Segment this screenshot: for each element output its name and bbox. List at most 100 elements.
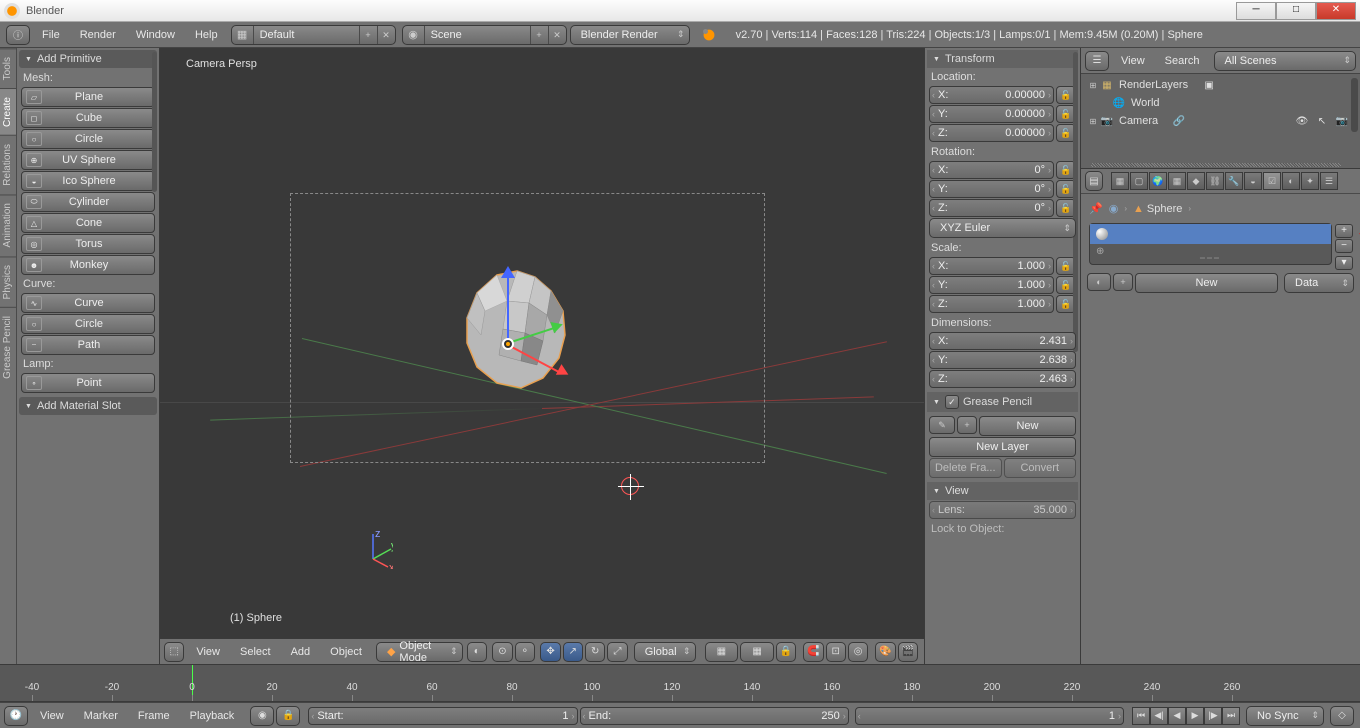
vtab-create[interactable]: Create <box>0 88 16 135</box>
pivot-icon[interactable]: ⊙ <box>492 642 512 662</box>
manip-toggle-icon[interactable]: ✥ <box>540 642 560 662</box>
start-frame-field[interactable]: Start:1 <box>308 707 577 725</box>
vtab-tools[interactable]: Tools <box>0 48 16 88</box>
jump-start-button[interactable]: ⏮ <box>1132 707 1150 725</box>
vp-menu-object[interactable]: Object <box>320 643 372 661</box>
props-tab-particles[interactable]: ✦ <box>1301 172 1319 190</box>
window-close-button[interactable]: ✕ <box>1316 2 1356 20</box>
outliner-scrollbar[interactable] <box>1351 78 1358 132</box>
current-frame-field[interactable]: 1 <box>855 707 1124 725</box>
add-point-lamp-button[interactable]: ∘Point <box>21 373 155 393</box>
tl-menu-marker[interactable]: Marker <box>74 707 128 725</box>
add-path-button[interactable]: ⎯Path <box>21 335 155 355</box>
orientation-dropdown[interactable]: Global <box>634 642 696 662</box>
props-tab-renderlayers[interactable]: ▢ <box>1130 172 1148 190</box>
layout-name-input[interactable] <box>254 26 359 44</box>
outliner-editor-icon[interactable]: ☰ <box>1085 51 1109 71</box>
scene-del-button[interactable]: ✕ <box>548 26 566 44</box>
snap-icon[interactable]: 🧲 <box>803 642 823 662</box>
outliner-resize[interactable] <box>1091 163 1341 167</box>
props-editor-icon[interactable]: ▤ <box>1085 171 1103 191</box>
menu-render[interactable]: Render <box>70 26 126 44</box>
manip-rotate-icon[interactable]: ↻ <box>585 642 605 662</box>
mat-slot-add-button[interactable]: + <box>1335 224 1353 238</box>
play-button[interactable]: ▶ <box>1186 707 1204 725</box>
z-manip[interactable] <box>507 273 509 343</box>
dim-z-field[interactable]: Z:2.463 <box>929 370 1076 388</box>
props-tab-data[interactable]: ◒ <box>1244 172 1262 190</box>
scene-name-input[interactable] <box>425 26 530 44</box>
add-curve-button[interactable]: ∿Curve <box>21 293 155 313</box>
shading-mode-icon[interactable]: ◐ <box>467 642 487 662</box>
mat-slot-specials-button[interactable]: ▾ <box>1335 256 1353 270</box>
bc-sphere[interactable]: ▲Sphere <box>1133 203 1182 215</box>
menu-file[interactable]: File <box>32 26 70 44</box>
gp-new-button[interactable]: New <box>979 416 1076 436</box>
timeline-ruler[interactable]: -40-200204060801001201401601802002202402… <box>0 665 1360 702</box>
mat-slot-remove-button[interactable]: − <box>1335 239 1353 253</box>
vp-menu-select[interactable]: Select <box>230 643 281 661</box>
add-cone-button[interactable]: △Cone <box>21 213 155 233</box>
transform-header[interactable]: Transform <box>927 50 1078 68</box>
props-tab-physics[interactable]: ☰ <box>1320 172 1338 190</box>
dim-y-field[interactable]: Y:2.638 <box>929 351 1076 369</box>
timeline-editor-icon[interactable]: 🕐 <box>4 706 28 726</box>
pivot-lock-icon[interactable]: ⚬ <box>515 642 535 662</box>
scale-x-field[interactable]: X:1.000 <box>929 257 1054 275</box>
gp-new-layer-button[interactable]: New Layer <box>929 437 1076 457</box>
manip-scale-icon[interactable]: ⤢ <box>607 642 627 662</box>
play-reverse-button[interactable]: ◀ <box>1168 707 1186 725</box>
scene-selector[interactable]: ◉ + ✕ <box>402 25 567 45</box>
add-monkey-button[interactable]: ☻Monkey <box>21 255 155 275</box>
rotation-z-field[interactable]: Z:0° <box>929 199 1054 217</box>
layer-lock-icon[interactable]: 🔒 <box>776 642 796 662</box>
3d-cursor[interactable] <box>621 477 639 495</box>
location-x-field[interactable]: X:0.00000 <box>929 86 1054 104</box>
scrollbar[interactable] <box>152 52 157 192</box>
mat-new-button[interactable]: New <box>1135 273 1278 293</box>
props-tab-render[interactable]: ▦ <box>1111 172 1129 190</box>
grease-pencil-header[interactable]: ✓Grease Pencil <box>927 392 1078 412</box>
props-tab-modifiers[interactable]: 🔧 <box>1225 172 1243 190</box>
vp-editor-type-icon[interactable]: ⬚ <box>164 642 184 662</box>
keyframe-next-button[interactable]: |▶ <box>1204 707 1222 725</box>
rotation-x-field[interactable]: X:0° <box>929 161 1054 179</box>
npanel-scrollbar[interactable] <box>1073 52 1078 352</box>
mat-add-button[interactable]: + <box>1113 273 1133 291</box>
props-tab-scene[interactable]: 🌍 <box>1149 172 1167 190</box>
render-icon[interactable]: 📷 <box>1334 114 1350 128</box>
jump-end-button[interactable]: ⏭ <box>1222 707 1240 725</box>
rotation-mode-dropdown[interactable]: XYZ Euler <box>929 218 1076 238</box>
tl-menu-frame[interactable]: Frame <box>128 707 180 725</box>
props-tab-texture[interactable]: ◐ <box>1282 172 1300 190</box>
render-anim-icon[interactable]: 🎬 <box>898 642 918 662</box>
outliner-row-world[interactable]: 🌐World <box>1083 94 1358 112</box>
scene-add-button[interactable]: + <box>530 26 548 44</box>
gp-add-button[interactable]: + <box>957 416 977 434</box>
rotation-y-field[interactable]: Y:0° <box>929 180 1054 198</box>
outliner-search-menu[interactable]: Search <box>1155 52 1210 70</box>
3d-viewport[interactable]: Camera Persp <box>160 48 924 664</box>
outliner-filter-dropdown[interactable]: All Scenes <box>1214 51 1356 71</box>
add-cylinder-button[interactable]: ⬭Cylinder <box>21 192 155 212</box>
location-y-field[interactable]: Y:0.00000 <box>929 105 1054 123</box>
vp-menu-add[interactable]: Add <box>281 643 321 661</box>
mat-link-dropdown[interactable]: Data <box>1284 273 1354 293</box>
keyframe-prev-button[interactable]: ◀| <box>1150 707 1168 725</box>
outliner-row-camera[interactable]: ⊞📷Camera🔗👁↖📷 <box>1083 112 1358 130</box>
snap-mode-icon[interactable]: ⊡ <box>826 642 846 662</box>
autokey-icon[interactable]: ◉ <box>250 706 274 726</box>
add-uvsphere-button[interactable]: ⊕UV Sphere <box>21 150 155 170</box>
location-z-field[interactable]: Z:0.00000 <box>929 124 1054 142</box>
outliner-tree[interactable]: ⊞▦RenderLayers▣ 🌐World ⊞📷Camera🔗👁↖📷 <box>1081 74 1360 168</box>
add-plane-button[interactable]: ▱Plane <box>21 87 155 107</box>
cursor-icon[interactable]: ↖ <box>1314 114 1330 128</box>
mat-browse-button[interactable]: ◐ <box>1087 273 1111 291</box>
operator-panel-header[interactable]: Add Material Slot <box>19 397 157 415</box>
add-icosphere-button[interactable]: ◒Ico Sphere <box>21 171 155 191</box>
list-resize-grip[interactable]: ═══ <box>1200 255 1221 262</box>
add-curvecircle-button[interactable]: ○Circle <box>21 314 155 334</box>
vtab-grease-pencil[interactable]: Grease Pencil <box>0 307 16 387</box>
material-slot-list[interactable]: ⊕ ═══ + − ▾ ◄ <box>1089 223 1332 265</box>
scale-z-field[interactable]: Z:1.000 <box>929 295 1054 313</box>
